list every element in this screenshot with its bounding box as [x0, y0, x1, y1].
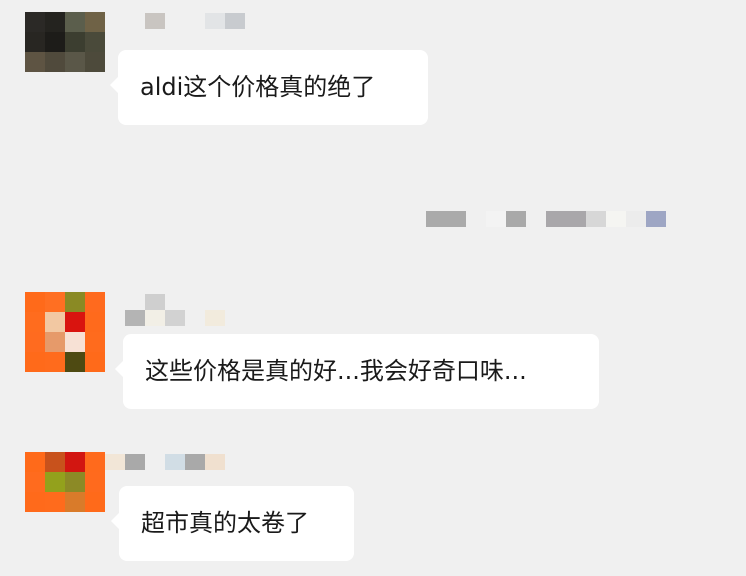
message-bubble-3[interactable]: 超市真的太卷了 — [111, 486, 354, 561]
message-bubble-2[interactable]: 这些价格是真的好...我会好奇口味... — [115, 334, 599, 409]
avatar-3[interactable] — [25, 452, 105, 532]
avatar-1[interactable] — [25, 12, 105, 92]
avatar-2[interactable] — [25, 292, 105, 372]
message-bubble-1[interactable]: aldi这个价格真的绝了 — [110, 50, 428, 125]
